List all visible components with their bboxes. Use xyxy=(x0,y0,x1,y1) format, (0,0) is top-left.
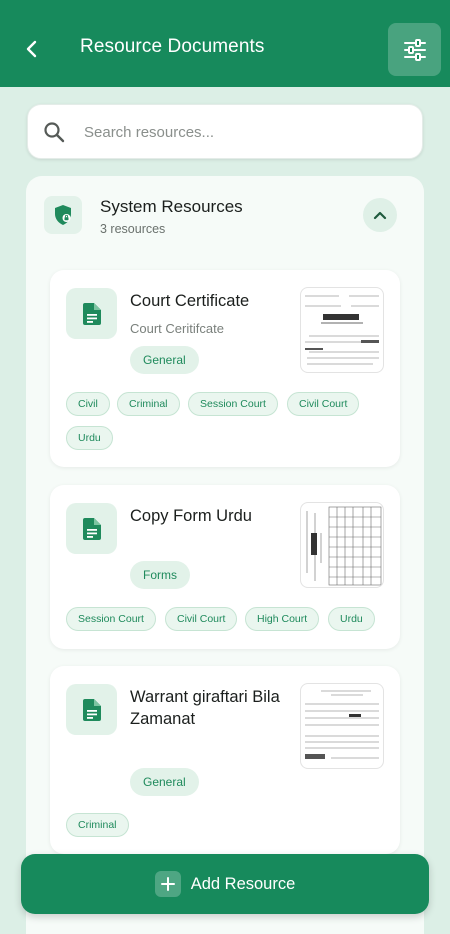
section-title: System Resources xyxy=(100,197,243,216)
resource-card[interactable]: Warrant giraftari Bila Zamanat General C… xyxy=(50,666,400,854)
resource-title: Warrant giraftari Bila Zamanat xyxy=(130,688,280,728)
arrow-back-icon xyxy=(26,40,37,58)
resource-subtitle: Court Ceritifcate xyxy=(130,321,224,336)
tag[interactable]: Civil xyxy=(66,392,110,416)
search-input[interactable] xyxy=(84,115,404,149)
document-thumbnail xyxy=(300,502,384,588)
document-icon xyxy=(66,503,117,554)
section-count: 3 resources xyxy=(100,222,166,236)
document-icon xyxy=(66,288,117,339)
document-thumbnail xyxy=(300,287,384,373)
tag[interactable]: High Court xyxy=(245,607,320,631)
tag[interactable]: Civil Court xyxy=(165,607,238,631)
plus-icon xyxy=(154,871,181,897)
filter-button[interactable] xyxy=(388,23,441,76)
tune-sliders-icon xyxy=(403,38,426,61)
resource-title: Court Certificate xyxy=(130,292,250,310)
resource-type-badge: General xyxy=(130,768,199,796)
back-button[interactable] xyxy=(18,34,46,64)
tag[interactable]: Criminal xyxy=(117,392,180,416)
shield-lock-icon xyxy=(44,196,82,234)
resource-card[interactable]: Court Certificate Court Ceritifcate Gene… xyxy=(50,270,400,467)
search-bar xyxy=(27,104,423,159)
resource-title: Copy Form Urdu xyxy=(130,507,252,525)
page-title: Resource Documents xyxy=(80,36,265,57)
collapse-button[interactable] xyxy=(363,198,397,232)
add-resource-label: Add Resource xyxy=(190,874,296,893)
tag[interactable]: Urdu xyxy=(328,607,375,631)
resource-card[interactable]: Copy Form Urdu Forms Session Court Civil… xyxy=(50,485,400,649)
tag[interactable]: Urdu xyxy=(66,426,113,450)
tag[interactable]: Session Court xyxy=(188,392,278,416)
resource-type-badge: General xyxy=(130,346,199,374)
tag[interactable]: Session Court xyxy=(66,607,156,631)
tag[interactable]: Civil Court xyxy=(287,392,360,416)
add-resource-button[interactable]: Add Resource xyxy=(21,854,429,914)
chevron-up-icon xyxy=(373,211,387,220)
app-header: Resource Documents xyxy=(0,0,450,87)
resource-type-badge: Forms xyxy=(130,561,190,589)
search-icon xyxy=(44,122,65,143)
document-icon xyxy=(66,684,117,735)
document-thumbnail xyxy=(300,683,384,769)
tag[interactable]: Criminal xyxy=(66,813,129,837)
